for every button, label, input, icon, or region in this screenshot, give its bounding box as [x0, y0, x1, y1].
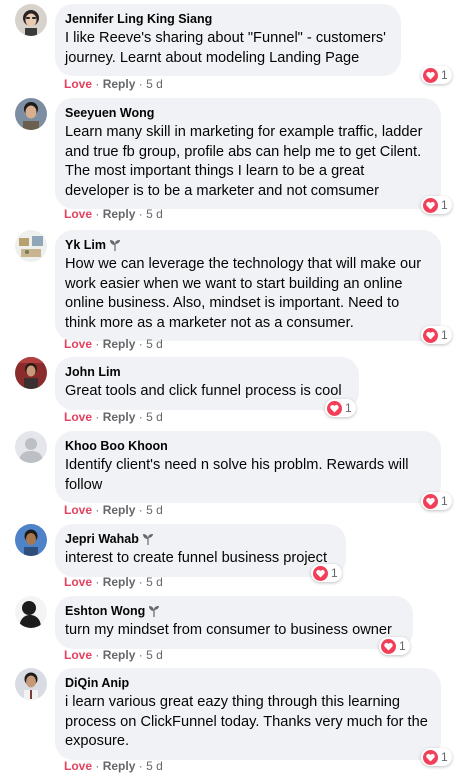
reply-button[interactable]: Reply	[103, 410, 136, 424]
avatar[interactable]	[15, 98, 47, 130]
comment-bubble: Seeyuen Wong Learn many skill in marketi…	[55, 98, 441, 209]
reply-button[interactable]: Reply	[103, 575, 136, 589]
avatar[interactable]	[15, 4, 47, 36]
comment-actions: Love · Reply · 5 d	[64, 759, 163, 773]
comment-actions: Love · Reply · 5 d	[64, 410, 163, 424]
love-button[interactable]: Love	[64, 207, 92, 221]
comment-bubble: Yk Lim How we can leverage the technolog…	[55, 230, 441, 341]
comment-text: i learn various great eazy thing through…	[65, 694, 428, 749]
comment-actions: Love · Reply · 5 d	[64, 575, 163, 589]
comment-actions: Love · Reply · 5 d	[64, 648, 163, 662]
comment-text: How we can leverage the technology that …	[65, 256, 422, 331]
timestamp[interactable]: 5 d	[146, 575, 163, 589]
love-button[interactable]: Love	[64, 77, 92, 91]
heart-icon	[423, 749, 438, 765]
comment-text: Identify client's need n solve his probl…	[65, 457, 409, 493]
reply-button[interactable]: Reply	[103, 648, 136, 662]
timestamp[interactable]: 5 d	[146, 759, 163, 773]
reaction-count[interactable]: 1	[325, 399, 356, 417]
heart-icon	[423, 327, 438, 343]
comment-text: turn my mindset from consumer to busines…	[65, 622, 392, 638]
comment-actions: Love · Reply · 5 d	[64, 77, 163, 91]
timestamp[interactable]: 5 d	[146, 207, 163, 221]
reaction-count[interactable]: 1	[311, 564, 342, 582]
heart-icon	[381, 638, 396, 654]
heart-icon	[327, 400, 342, 416]
author-name[interactable]: DiQin Anip	[65, 675, 429, 691]
heart-icon	[423, 493, 438, 509]
author-name[interactable]: Seeyuen Wong	[65, 105, 429, 121]
comment-text: Learn many skill in marketing for exampl…	[65, 124, 423, 199]
comment-actions: Love · Reply · 5 d	[64, 503, 163, 517]
comment-bubble: Eshton Wong turn my mindset from consume…	[55, 596, 413, 649]
author-name[interactable]: Khoo Boo Khoon	[65, 438, 429, 454]
avatar[interactable]	[15, 230, 47, 262]
reaction-count[interactable]: 1	[421, 326, 452, 344]
love-button[interactable]: Love	[64, 759, 92, 773]
comment-text: I like Reeve's sharing about "Funnel" - …	[65, 30, 386, 66]
reaction-count[interactable]: 1	[421, 492, 452, 510]
avatar[interactable]	[15, 596, 47, 628]
author-name[interactable]: John Lim	[65, 364, 347, 380]
heart-icon	[423, 67, 438, 83]
reply-button[interactable]: Reply	[103, 337, 136, 351]
love-button[interactable]: Love	[64, 337, 92, 351]
comment-text: Great tools and click funnel process is …	[65, 383, 342, 399]
comment-bubble: Khoo Boo Khoon Identify client's need n …	[55, 431, 441, 503]
timestamp[interactable]: 5 d	[146, 77, 163, 91]
timestamp[interactable]: 5 d	[146, 503, 163, 517]
avatar[interactable]	[15, 357, 47, 389]
love-button[interactable]: Love	[64, 503, 92, 517]
comment-text: interest to create funnel business proje…	[65, 550, 328, 566]
reaction-count[interactable]: 1	[421, 66, 452, 84]
comment-bubble: John Lim Great tools and click funnel pr…	[55, 357, 359, 410]
author-name[interactable]: Jepri Wahab	[65, 531, 334, 547]
timestamp[interactable]: 5 d	[146, 337, 163, 351]
avatar[interactable]	[15, 431, 47, 463]
reaction-count[interactable]: 1	[379, 637, 410, 655]
comment-bubble: Jepri Wahab interest to create funnel bu…	[55, 524, 346, 577]
avatar[interactable]	[15, 668, 47, 700]
timestamp[interactable]: 5 d	[146, 648, 163, 662]
reaction-count[interactable]: 1	[421, 748, 452, 766]
reply-button[interactable]: Reply	[103, 503, 136, 517]
comment-actions: Love · Reply · 5 d	[64, 337, 163, 351]
reply-button[interactable]: Reply	[103, 207, 136, 221]
comment-actions: Love · Reply · 5 d	[64, 207, 163, 221]
reaction-count[interactable]: 1	[421, 196, 452, 214]
author-name[interactable]: Jennifer Ling King Siang	[65, 11, 389, 27]
author-name[interactable]: Yk Lim	[65, 237, 429, 253]
love-button[interactable]: Love	[64, 410, 92, 424]
reply-button[interactable]: Reply	[103, 77, 136, 91]
love-button[interactable]: Love	[64, 648, 92, 662]
comment-bubble: Jennifer Ling King Siang I like Reeve's …	[55, 4, 401, 76]
timestamp[interactable]: 5 d	[146, 410, 163, 424]
sprout-icon	[109, 239, 121, 251]
comment-bubble: DiQin Anip i learn various great eazy th…	[55, 668, 441, 760]
heart-icon	[313, 565, 328, 581]
sprout-icon	[148, 605, 160, 617]
heart-icon	[423, 197, 438, 213]
love-button[interactable]: Love	[64, 575, 92, 589]
avatar[interactable]	[15, 524, 47, 556]
author-name[interactable]: Eshton Wong	[65, 603, 401, 619]
sprout-icon	[142, 533, 154, 545]
reply-button[interactable]: Reply	[103, 759, 136, 773]
